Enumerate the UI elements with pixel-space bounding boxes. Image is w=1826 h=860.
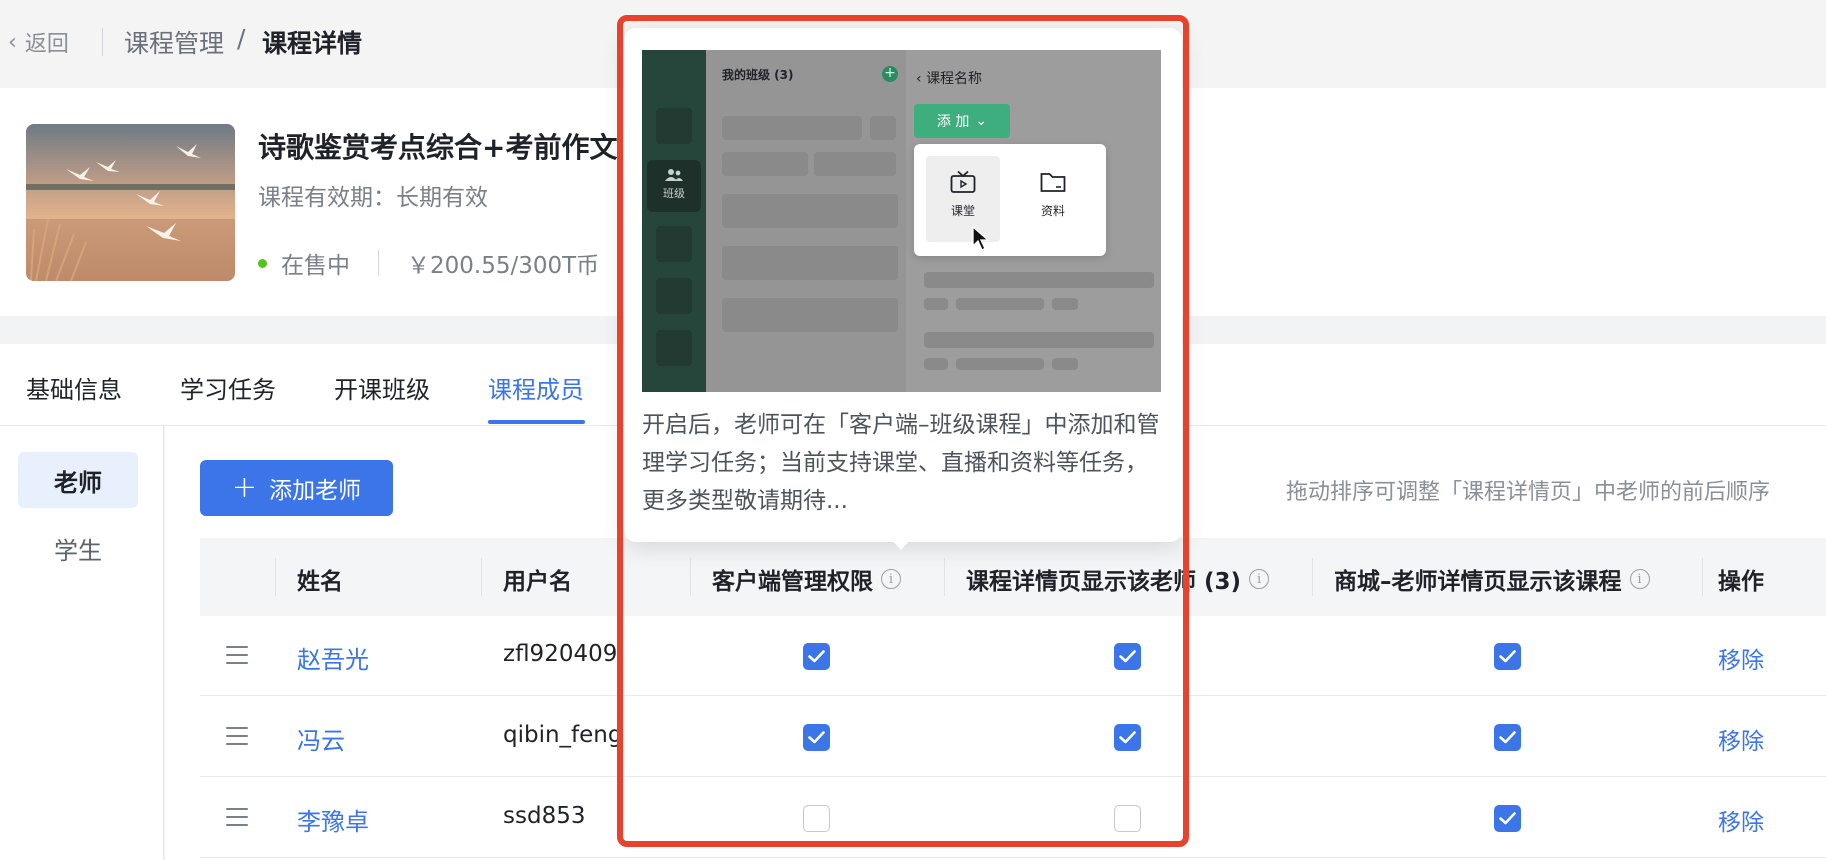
drag-handle-icon[interactable] [226, 727, 248, 745]
remove-link[interactable]: 移除 [1718, 641, 1764, 675]
users-icon [665, 169, 683, 181]
tab-basic-info[interactable]: 基础信息 [26, 370, 122, 405]
member-sidebar: 老师 学生 [0, 426, 164, 860]
show-on-detail-checkbox[interactable] [1114, 805, 1141, 832]
client-permission-checkbox[interactable] [803, 805, 830, 832]
tooltip-arrow [890, 538, 912, 550]
info-icon[interactable]: i [1629, 569, 1650, 589]
course-title: 诗歌鉴赏考点综合+考前作文 [258, 131, 618, 164]
column-header-client-permission: 客户端管理权限 i [712, 562, 901, 596]
breadcrumb-separator: / [237, 24, 246, 53]
add-teacher-label: 添加老师 [269, 478, 362, 504]
divider [378, 250, 379, 276]
preview-nav-rail: 班级 [642, 50, 706, 392]
breadcrumb-course-management[interactable]: 课程管理 [124, 24, 224, 60]
tooltip-description: 开启后，老师可在「客户端–班级课程」中添加和管理学习任务；当前支持课堂、直播和资… [642, 412, 1160, 514]
client-preview-image: 班级 我的班级 (3) + ‹ 课程名称 添 加 ⌄ 课堂 资料 [642, 50, 1161, 392]
remove-link[interactable]: 移除 [1718, 722, 1764, 756]
info-icon[interactable]: i [1249, 569, 1270, 589]
show-in-mall-checkbox[interactable] [1494, 643, 1521, 670]
chevron-down-icon: ⌄ [975, 113, 988, 129]
plus-icon: + [882, 66, 898, 82]
back-button[interactable]: ‹ 返回 [8, 26, 69, 58]
preview-course-panel: ‹ 课程名称 添 加 ⌄ 课堂 资料 [906, 50, 1161, 392]
column-divider [1312, 558, 1313, 596]
column-divider [944, 558, 945, 596]
table-row: 李豫卓 ssd853 移除 [200, 778, 1826, 858]
info-icon[interactable]: i [881, 569, 901, 589]
table-row: 赵吾光 zfl920409 移除 [200, 616, 1826, 696]
client-permission-checkbox[interactable] [803, 643, 830, 670]
drag-handle-icon[interactable] [226, 646, 248, 664]
sidebar-item-students[interactable]: 学生 [18, 520, 138, 576]
column-header-show-on-detail: 课程详情页显示该老师 (3) i [966, 562, 1270, 596]
course-meta: 在售中 ￥200.55/300T币 [258, 246, 599, 280]
column-header-show-in-mall: 商城–老师详情页显示该课程 i [1334, 562, 1650, 596]
preview-rail-class-item: 班级 [647, 160, 701, 212]
teacher-name-link[interactable]: 赵吾光 [297, 640, 369, 675]
active-tab-indicator [488, 420, 585, 424]
tab-learning-tasks[interactable]: 学习任务 [180, 370, 276, 405]
tab-course-members[interactable]: 课程成员 [488, 370, 584, 405]
status-badge: 在售中 [281, 253, 350, 279]
show-in-mall-checkbox[interactable] [1494, 724, 1521, 751]
tab-classes[interactable]: 开课班级 [334, 370, 430, 405]
preview-list-title: 我的班级 (3) [722, 68, 794, 82]
teacher-name-link[interactable]: 冯云 [297, 721, 345, 756]
preview-class-list: 我的班级 (3) + [706, 50, 906, 392]
add-teacher-button[interactable]: + 添加老师 [200, 460, 393, 516]
chevron-left-icon: ‹ [8, 29, 17, 55]
drag-handle-icon[interactable] [226, 808, 248, 826]
column-divider [690, 558, 691, 596]
client-permission-checkbox[interactable] [803, 724, 830, 751]
remove-link[interactable]: 移除 [1718, 803, 1764, 837]
column-header-username: 用户名 [503, 569, 572, 595]
table-header: 姓名 用户名 客户端管理权限 i 课程详情页显示该老师 (3) i 商城–老师详… [200, 538, 1826, 616]
back-label: 返回 [24, 32, 69, 57]
preview-add-menu: 课堂 资料 [914, 144, 1106, 256]
username-cell: qibin_feng [503, 722, 623, 748]
preview-add-button: 添 加 ⌄ [914, 104, 1010, 138]
divider [102, 28, 103, 56]
username-cell: ssd853 [503, 803, 586, 829]
course-cover-image [26, 124, 235, 281]
course-price: ￥200.55/300T币 [407, 253, 600, 279]
cursor-icon [972, 226, 990, 251]
column-header-actions: 操作 [1718, 569, 1764, 595]
plus-icon: + [231, 470, 258, 505]
column-header-name: 姓名 [297, 569, 343, 595]
breadcrumb-current: 课程详情 [262, 29, 363, 58]
table-row: 冯云 qibin_feng 移除 [200, 697, 1826, 777]
folder-icon [1040, 173, 1066, 192]
show-on-detail-checkbox[interactable] [1114, 643, 1141, 670]
sidebar-item-teachers[interactable]: 老师 [18, 452, 138, 508]
tv-icon [950, 170, 976, 193]
column-divider [481, 558, 482, 596]
show-on-detail-checkbox[interactable] [1114, 724, 1141, 751]
status-dot-icon [258, 258, 267, 268]
column-divider [1702, 558, 1703, 596]
preview-menu-item-materials: 资料 [1016, 156, 1090, 242]
show-in-mall-checkbox[interactable] [1494, 805, 1521, 832]
username-cell: zfl920409 [503, 641, 618, 667]
column-divider [275, 558, 276, 596]
preview-back-title: ‹ 课程名称 [916, 71, 983, 87]
teacher-name-link[interactable]: 李豫卓 [297, 802, 369, 837]
course-validity: 课程有效期：长期有效 [258, 185, 488, 211]
sort-hint: 拖动排序可调整「课程详情页」中老师的前后顺序 [1286, 480, 1771, 505]
